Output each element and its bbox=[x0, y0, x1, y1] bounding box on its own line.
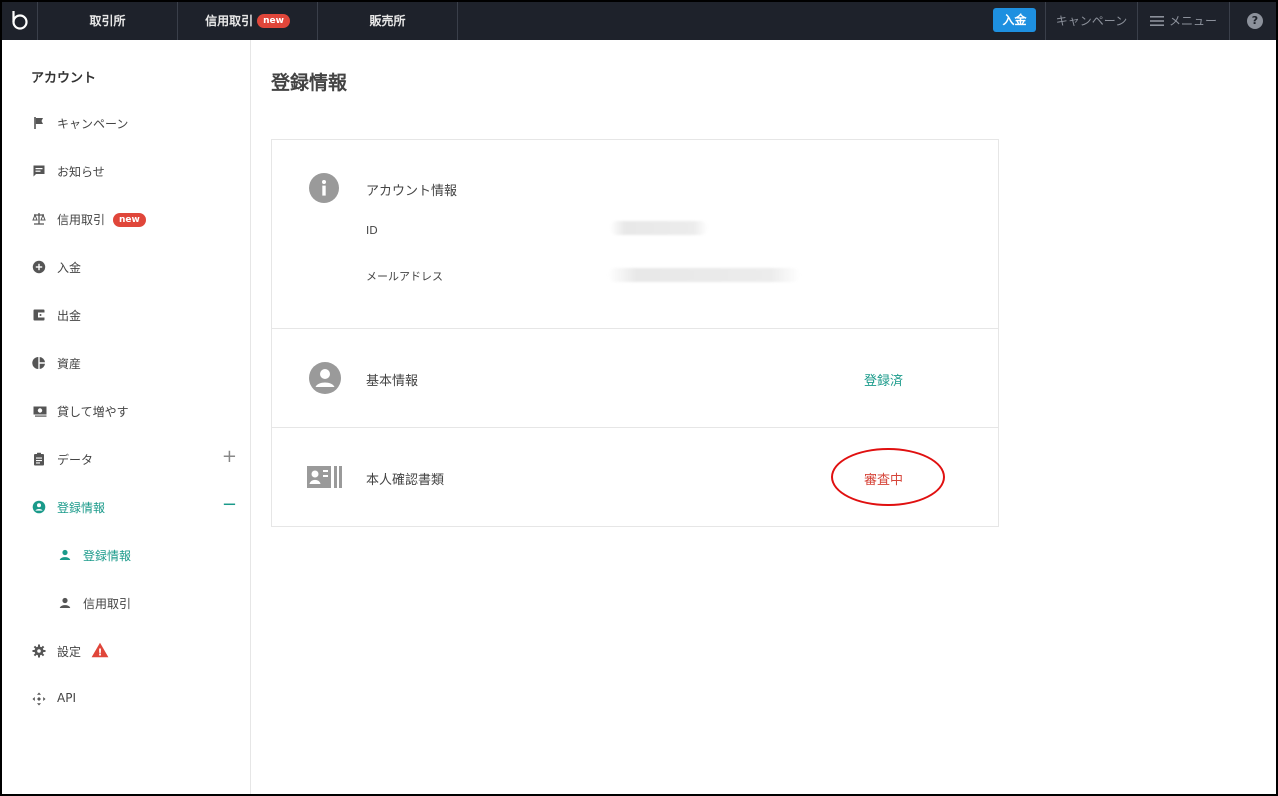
flag-icon bbox=[34, 117, 43, 129]
api-icon bbox=[32, 692, 46, 706]
tab-margin[interactable]: 信用取引 new bbox=[178, 2, 318, 40]
sidebar-item-label: 入金 bbox=[57, 261, 82, 275]
basic-info-section[interactable]: 基本情報 登録済 bbox=[272, 329, 998, 428]
sidebar-item-api[interactable]: API bbox=[2, 684, 251, 714]
sidebar-item-registration[interactable]: 登録情報 − bbox=[2, 492, 251, 522]
warning-icon: ! bbox=[91, 642, 109, 658]
sidebar-item-label: 登録情報 bbox=[83, 549, 132, 563]
highlight-ring bbox=[831, 448, 945, 506]
sidebar-item-label: お知らせ bbox=[57, 165, 105, 179]
tab-margin-label: 信用取引 bbox=[205, 14, 254, 28]
sidebar: アカウント キャンペーン お知らせ 信用取引 new 入金 出金 資産 貸して増… bbox=[2, 40, 251, 794]
expand-icon[interactable]: + bbox=[222, 448, 237, 466]
sidebar-item-label: 信用取引 bbox=[83, 597, 132, 611]
new-badge: new bbox=[113, 212, 146, 227]
account-circle-icon bbox=[32, 500, 46, 514]
basic-info-title: 基本情報 bbox=[366, 374, 419, 389]
id-value-redacted bbox=[610, 221, 708, 235]
pie-chart-icon bbox=[32, 357, 45, 369]
menu-button[interactable]: メニュー bbox=[1137, 2, 1229, 40]
menu-label: メニュー bbox=[1168, 14, 1217, 28]
account-circle-icon bbox=[309, 362, 341, 394]
clipboard-icon bbox=[34, 452, 44, 466]
logo[interactable] bbox=[2, 2, 38, 40]
collapse-icon[interactable]: − bbox=[222, 496, 237, 514]
sidebar-item-label: 設定 bbox=[57, 645, 82, 659]
sidebar-subitem-registration[interactable]: 登録情報 bbox=[2, 540, 251, 570]
sidebar-item-settings[interactable]: 設定 ! bbox=[2, 636, 251, 666]
sidebar-item-lending[interactable]: 貸して増やす bbox=[2, 396, 251, 426]
sidebar-item-assets[interactable]: 資産 bbox=[2, 348, 251, 378]
sidebar-item-notices[interactable]: お知らせ bbox=[2, 156, 251, 186]
email-label: メールアドレス bbox=[366, 270, 443, 283]
new-badge: new bbox=[257, 13, 290, 28]
sidebar-item-campaign[interactable]: キャンペーン bbox=[2, 108, 251, 138]
wallet-icon bbox=[33, 309, 45, 321]
id-card-icon bbox=[307, 466, 342, 488]
sidebar-item-withdraw[interactable]: 出金 bbox=[2, 300, 251, 330]
sidebar-item-label: データ bbox=[57, 453, 94, 467]
account-info-section: アカウント情報 ID メールアドレス bbox=[272, 140, 998, 329]
identity-docs-section[interactable]: 本人確認書類 審査中 bbox=[272, 428, 998, 526]
campaign-link[interactable]: キャンペーン bbox=[1045, 2, 1137, 40]
tab-exchange-label: 取引所 bbox=[89, 14, 126, 28]
sidebar-item-label: API bbox=[57, 691, 76, 705]
gear-icon bbox=[32, 644, 46, 658]
deposit-button[interactable]: 入金 bbox=[993, 8, 1036, 32]
message-icon bbox=[33, 165, 45, 177]
email-value-redacted bbox=[608, 268, 800, 282]
cash-icon bbox=[33, 406, 47, 417]
tab-sales[interactable]: 販売所 bbox=[318, 2, 458, 40]
sidebar-subitem-margin[interactable]: 信用取引 bbox=[2, 588, 251, 618]
sidebar-item-label: 貸して増やす bbox=[57, 405, 129, 419]
sidebar-item-label: 資産 bbox=[57, 357, 82, 371]
warning-glyph: ! bbox=[98, 647, 103, 658]
sidebar-item-label: 登録情報 bbox=[57, 501, 106, 515]
info-icon bbox=[309, 173, 339, 203]
sidebar-heading: アカウント bbox=[31, 71, 97, 86]
app-window: 取引所 信用取引new 販売所 入金 キャンペーン メニュー ? アカウント bbox=[2, 2, 1276, 794]
sidebar-item-margin-text: 信用取引 bbox=[57, 213, 106, 227]
help-icon[interactable]: ? bbox=[1247, 13, 1263, 29]
hamburger-icon bbox=[1149, 15, 1164, 26]
scale-icon bbox=[32, 213, 46, 225]
tab-sales-label: 販売所 bbox=[369, 14, 406, 28]
person-icon bbox=[59, 597, 71, 608]
sidebar-item-deposit[interactable]: 入金 bbox=[2, 252, 251, 282]
top-navigation: 取引所 信用取引 new 販売所 入金 キャンペーン メニュー ? bbox=[2, 2, 1276, 40]
sidebar-item-label: キャンペーン bbox=[57, 117, 129, 131]
campaign-label: キャンペーン bbox=[1055, 14, 1128, 28]
sidebar-item-data[interactable]: データ + bbox=[2, 444, 251, 474]
sidebar-item-label: 出金 bbox=[57, 309, 82, 323]
sidebar-item-margin[interactable]: 信用取引 new bbox=[2, 204, 251, 234]
page-title: 登録情報 bbox=[271, 72, 348, 94]
main-content: 登録情報 アカウント情報 ID メールアドレス 基本情報 登録済 本人確認書類 … bbox=[252, 40, 1276, 794]
plus-circle-icon bbox=[32, 260, 46, 274]
identity-docs-title: 本人確認書類 bbox=[366, 473, 445, 488]
sidebar-item-label: 信用取引 new bbox=[57, 211, 146, 228]
person-icon bbox=[59, 549, 71, 560]
bitbank-logo-icon bbox=[12, 11, 28, 30]
basic-info-status: 登録済 bbox=[864, 374, 904, 389]
tab-exchange[interactable]: 取引所 bbox=[38, 2, 178, 40]
registration-card: アカウント情報 ID メールアドレス 基本情報 登録済 本人確認書類 審査中 bbox=[271, 139, 999, 527]
account-info-title: アカウント情報 bbox=[366, 184, 458, 199]
id-label: ID bbox=[366, 224, 378, 237]
